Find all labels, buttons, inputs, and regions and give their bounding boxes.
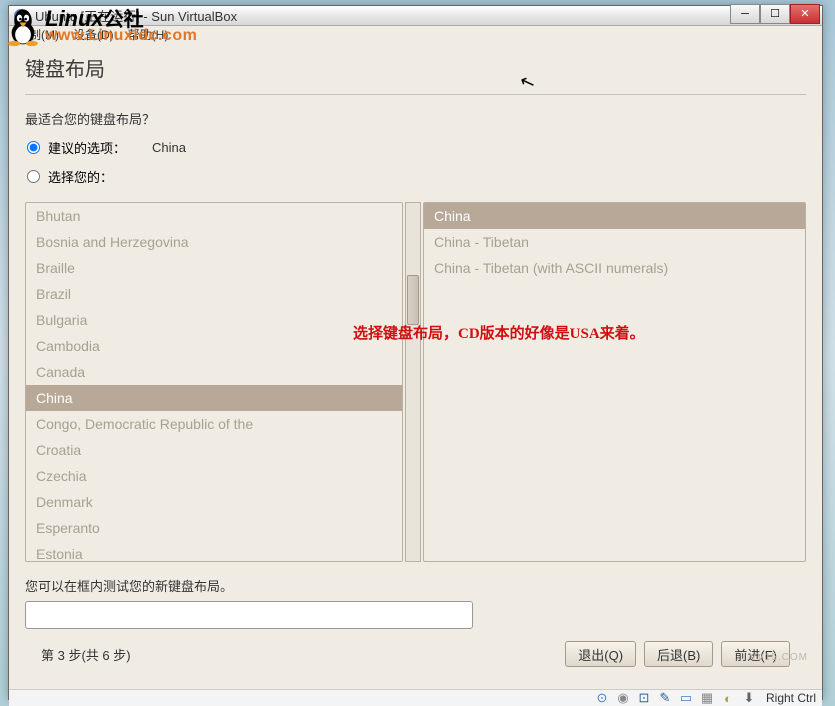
radio-suggested[interactable]: 建议的选项： China [25, 138, 806, 157]
radio-choose[interactable]: 选择您的： [25, 167, 806, 186]
radio-suggested-input[interactable] [27, 141, 40, 154]
display-icon[interactable]: ▭ [678, 690, 694, 706]
list-area: BhutanBosnia and HerzegovinaBrailleBrazi… [25, 202, 806, 562]
list-item[interactable]: Cambodia [26, 333, 402, 359]
radio-choose-label: 选择您的： [48, 167, 113, 186]
divider [25, 94, 806, 95]
radio-suggested-value: China [152, 140, 186, 155]
keyboard-icon[interactable]: ⬇ [741, 690, 757, 706]
virtualbox-window: Ubuntu [正在运行] - Sun VirtualBox ─ ☐ ✕ 控制(… [8, 5, 823, 700]
radio-suggested-label: 建议的选项： [48, 138, 126, 157]
list-item[interactable]: China - Tibetan [424, 229, 805, 255]
usb-icon[interactable]: ⊡ [636, 690, 652, 706]
mouse-integration-icon[interactable]: ◐ [720, 690, 736, 706]
installer-content: 键盘布局 最适合您的键盘布局？ 建议的选项： China 选择您的： Bhuta… [9, 43, 822, 689]
question-label: 最适合您的键盘布局？ [25, 109, 806, 128]
list-item[interactable]: Czechia [26, 463, 402, 489]
step-indicator: 第 3 步(共 6 步) [41, 645, 131, 664]
list-item[interactable]: China [424, 203, 805, 229]
radio-choose-input[interactable] [27, 170, 40, 183]
list-item[interactable]: Braille [26, 255, 402, 281]
list-item[interactable]: China - Tibetan (with ASCII numerals) [424, 255, 805, 281]
logo-url: www.Linuxidc.com [45, 28, 197, 44]
test-input[interactable] [25, 601, 473, 629]
list-item[interactable]: Croatia [26, 437, 402, 463]
annotation-text: 选择键盘布局，CD版本的好像是USA来着。 [353, 322, 645, 343]
test-label: 您可以在框内测试您的新键盘布局。 [25, 576, 806, 595]
variant-listbox[interactable]: ChinaChina - TibetanChina - Tibetan (wit… [423, 202, 806, 562]
close-button[interactable]: ✕ [790, 4, 820, 24]
list-item[interactable]: Canada [26, 359, 402, 385]
list-item[interactable]: Esperanto [26, 515, 402, 541]
list-item[interactable]: Bhutan [26, 203, 402, 229]
penguin-icon [5, 5, 41, 47]
shared-folder-icon[interactable]: ▦ [699, 690, 715, 706]
cd-icon[interactable]: ◉ [615, 690, 631, 706]
list-item[interactable]: Bulgaria [26, 307, 402, 333]
list-item[interactable]: Brazil [26, 281, 402, 307]
footer: 第 3 步(共 6 步) 退出(Q) 后退(B) 前进(F) [25, 641, 806, 679]
statusbar: ⊙ ◉ ⊡ ✎ ▭ ▦ ◐ ⬇ Right Ctrl [9, 689, 822, 706]
network-icon[interactable]: ✎ [657, 690, 673, 706]
list-item[interactable]: Congo, Democratic Republic of the [26, 411, 402, 437]
watermark: VV15.COM [749, 652, 808, 663]
disk-icon[interactable]: ⊙ [594, 690, 610, 706]
quit-button[interactable]: 退出(Q) [565, 641, 636, 667]
scrollbar[interactable] [405, 202, 421, 562]
minimize-button[interactable]: ─ [730, 4, 760, 24]
linux-logo-overlay: Linux公社 www.Linuxidc.com [5, 5, 197, 47]
maximize-button[interactable]: ☐ [760, 4, 790, 24]
list-item[interactable]: China [26, 385, 402, 411]
list-item[interactable]: Estonia [26, 541, 402, 562]
list-item[interactable]: Denmark [26, 489, 402, 515]
list-item[interactable]: Bosnia and Herzegovina [26, 229, 402, 255]
back-button[interactable]: 后退(B) [644, 641, 713, 667]
host-key-label: Right Ctrl [766, 691, 816, 705]
country-listbox[interactable]: BhutanBosnia and HerzegovinaBrailleBrazi… [25, 202, 403, 562]
scroll-thumb[interactable] [407, 275, 419, 325]
page-title: 键盘布局 [25, 53, 806, 82]
